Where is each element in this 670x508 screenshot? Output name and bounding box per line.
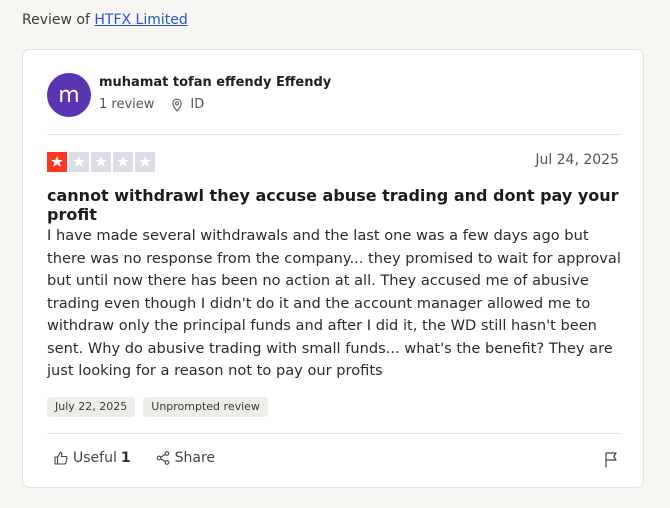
- star-3-empty: [91, 152, 111, 172]
- reviewer-meta: 1 review ID: [99, 97, 204, 112]
- useful-label: Useful: [73, 450, 117, 466]
- report-flag-button[interactable]: [603, 451, 619, 472]
- review-actions: Useful 1 Share: [53, 450, 239, 466]
- flag-icon: [605, 452, 617, 468]
- star-rating: [47, 152, 157, 172]
- reviewer-location: ID: [170, 97, 204, 112]
- reviewer-country: ID: [190, 97, 205, 112]
- review-date: Jul 24, 2025: [535, 152, 619, 168]
- share-icon: [156, 451, 169, 465]
- useful-button[interactable]: Useful 1: [53, 450, 131, 466]
- review-title[interactable]: cannot withdrawl they accuse abuse tradi…: [47, 186, 643, 224]
- review-of-header: Review of HTFX Limited: [22, 12, 188, 28]
- avatar[interactable]: m: [47, 73, 91, 117]
- star-2-empty: [69, 152, 89, 172]
- review-body: I have made several withdrawals and the …: [47, 227, 621, 379]
- thumbs-up-icon: [54, 451, 68, 465]
- share-button[interactable]: Share: [155, 450, 215, 466]
- company-link[interactable]: HTFX Limited: [94, 12, 187, 28]
- divider-bottom: [47, 433, 621, 434]
- star-5-empty: [135, 152, 155, 172]
- star-4-empty: [113, 152, 133, 172]
- reviewer-name[interactable]: muhamat tofan effendy Effendy: [99, 75, 331, 90]
- share-label: Share: [174, 450, 216, 466]
- review-card: m muhamat tofan effendy Effendy 1 review…: [22, 49, 644, 488]
- experience-date-tag: July 22, 2025: [47, 397, 136, 417]
- review-type-tag: Unprompted review: [143, 397, 268, 417]
- divider-top: [47, 134, 621, 135]
- useful-count: 1: [120, 450, 131, 466]
- review-tags: July 22, 2025 Unprompted review: [47, 397, 276, 417]
- review-count: 1 review: [99, 97, 155, 112]
- review-of-prefix: Review of: [22, 12, 90, 28]
- location-pin-icon: [172, 98, 183, 112]
- star-1-filled: [47, 152, 67, 172]
